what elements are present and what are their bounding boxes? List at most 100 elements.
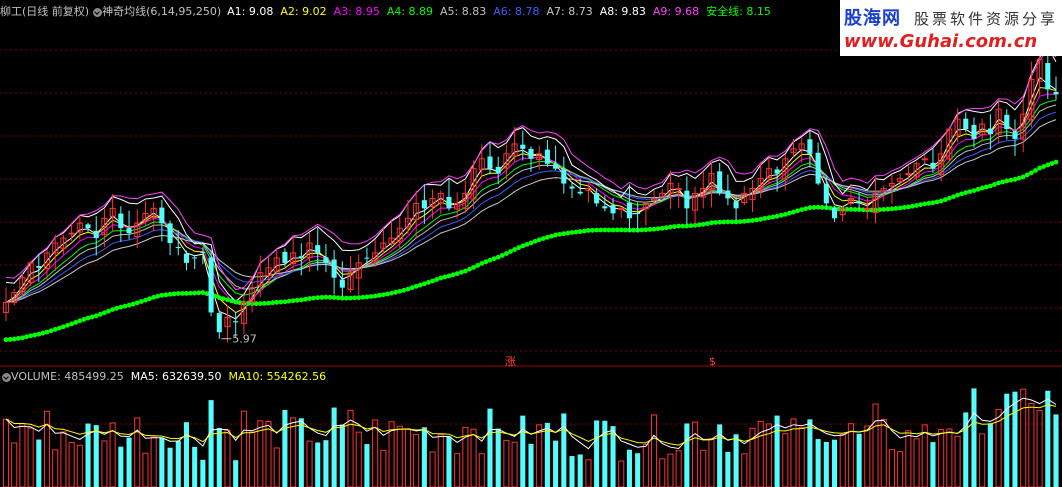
volume-bar <box>585 459 592 487</box>
volume-bar <box>290 417 297 487</box>
safety-line-dot <box>85 315 91 321</box>
volume-bar <box>635 453 641 487</box>
candle-body <box>421 200 427 209</box>
safety-line-dot <box>938 198 944 204</box>
volume-bar <box>454 453 461 487</box>
safety-line-dot <box>569 230 575 235</box>
safety-line-dot <box>819 205 825 210</box>
candle-body <box>987 128 993 134</box>
safety-line-dot <box>901 205 907 210</box>
safety-line-dot <box>946 195 952 201</box>
safety-line-dot <box>274 299 280 305</box>
safety-line-dot <box>672 224 677 229</box>
low-price-label: 5.97 <box>232 333 257 346</box>
volume-bar <box>594 420 600 487</box>
safety-line-dot <box>983 184 989 190</box>
safety-line-dot <box>376 292 382 298</box>
safety-line-dot <box>52 327 58 332</box>
safety-line-dot <box>298 297 304 303</box>
safety-line-dot <box>405 286 411 292</box>
volume-bar <box>478 453 485 487</box>
safety-line-dot <box>56 325 62 331</box>
safety-line-dot <box>147 296 152 302</box>
safety-line-dot <box>483 259 489 265</box>
safety-line-dot <box>159 292 165 298</box>
volume-bar <box>11 442 18 487</box>
volume-bar <box>2 418 10 487</box>
safety-line-dot <box>586 228 591 233</box>
volume-bar <box>315 442 321 487</box>
safety-line-dot <box>397 288 403 294</box>
safety-line-dot <box>114 305 120 311</box>
safety-line-dot <box>417 282 423 288</box>
volume-bar <box>446 436 452 487</box>
candle-body <box>495 166 501 174</box>
safety-line-dot <box>44 329 50 335</box>
volume-bar <box>134 417 141 487</box>
safety-line-dot <box>28 333 34 339</box>
safety-line-dot <box>889 206 895 212</box>
volume-bar <box>282 410 288 487</box>
candle-body <box>971 124 977 139</box>
safety-line-dot <box>979 185 985 191</box>
safety-line-dot <box>709 220 714 226</box>
safety-line-dot <box>286 298 292 304</box>
safety-line-dot <box>491 256 497 262</box>
volume-value: VOLUME: 485499.25 <box>11 370 124 383</box>
volume-bar <box>921 424 928 487</box>
volume-bar <box>807 419 813 487</box>
safety-line-dot <box>311 295 317 301</box>
volume-bar <box>167 447 173 487</box>
safety-line-dot <box>73 319 79 325</box>
safety-line-dot <box>754 217 759 223</box>
volume-bar <box>700 449 707 487</box>
safety-line-dot <box>327 294 333 300</box>
safety-line-dot <box>762 216 768 221</box>
candle-body <box>553 164 559 169</box>
safety-line-dot <box>577 229 583 234</box>
safety-line-dot <box>93 313 99 319</box>
indicator-menu-icon[interactable] <box>93 7 103 17</box>
safety-line-dot <box>791 209 796 215</box>
volume-bar <box>192 446 198 487</box>
safety-line-dot <box>261 300 267 306</box>
safety-line-dot <box>65 322 70 328</box>
candle-body <box>323 257 329 263</box>
safety-line-dot <box>795 208 801 214</box>
volume-bar <box>536 424 543 487</box>
volume-bar <box>897 451 904 487</box>
safety-line-dot <box>196 290 202 296</box>
candle-body <box>183 253 190 263</box>
candle-body <box>626 202 632 219</box>
safety-line-dot <box>151 294 157 300</box>
safety-line-dot <box>992 182 997 187</box>
safety-line-dot <box>97 311 103 317</box>
indicator-line <box>5 46 1057 303</box>
safety-line-dot <box>122 303 128 309</box>
volume-bar <box>43 410 51 487</box>
candle-body <box>200 252 206 254</box>
volume-bar <box>109 422 116 487</box>
volume-bar <box>396 425 403 487</box>
candle-body <box>774 169 780 174</box>
safety-line-dot <box>930 200 936 206</box>
indicator-line <box>5 104 1057 303</box>
volume-menu-icon[interactable] <box>2 372 11 382</box>
safety-line-dot <box>758 216 764 222</box>
candle-body <box>364 257 370 259</box>
volume-bar <box>380 449 387 487</box>
safety-line-dot <box>167 291 173 297</box>
volume-bar <box>692 421 699 487</box>
safety-line-dot <box>680 223 686 229</box>
volume-bar <box>413 434 420 487</box>
indicator-name[interactable]: 神奇均线(6,14,95,250) <box>102 4 221 20</box>
safety-line-dot <box>811 205 817 210</box>
candle-body <box>725 190 731 199</box>
safety-line-dot <box>307 296 312 301</box>
volume-bar <box>618 460 625 487</box>
safety-line-dot <box>594 227 600 233</box>
safety-line-dot <box>971 188 977 194</box>
candle-body <box>610 205 616 214</box>
indicator-line-value: A9: 9.68 <box>652 5 700 18</box>
safety-line-dot <box>499 252 505 258</box>
